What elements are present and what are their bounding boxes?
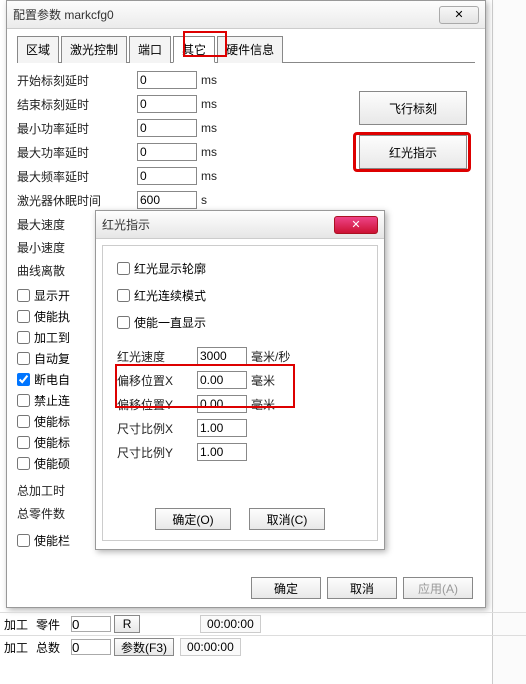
status-r1-input[interactable] xyxy=(71,616,111,632)
tab-laser-control[interactable]: 激光控制 xyxy=(61,36,127,63)
status-r1-l1: 加工 xyxy=(4,616,28,633)
status-r1-time: 00:00:00 xyxy=(200,615,261,633)
cancel-button[interactable]: 取消 xyxy=(327,577,397,599)
input-scale-y[interactable] xyxy=(197,443,247,461)
check-continuous[interactable] xyxy=(117,289,130,302)
check-2[interactable] xyxy=(17,331,30,344)
input-start-delay[interactable] xyxy=(137,71,197,89)
check-5[interactable] xyxy=(17,394,30,407)
label-max-power-delay: 最大功率延时 xyxy=(17,144,137,161)
check-0[interactable] xyxy=(17,289,30,302)
redlight-dialog: 红光指示 ✕ 红光显示轮廓 红光连续模式 使能一直显示 红光速度毫米/秒 偏移位… xyxy=(95,210,385,550)
label-offset-y: 偏移位置Y xyxy=(117,396,197,413)
status-r1-l2: 零件 xyxy=(36,616,60,633)
modal-cancel-button[interactable]: 取消(C) xyxy=(249,508,325,530)
modal-title: 红光指示 xyxy=(102,216,334,233)
check-always-show[interactable] xyxy=(117,316,130,329)
label-max-freq-delay: 最大频率延时 xyxy=(17,168,137,185)
fly-mark-button[interactable]: 飞行标刻 xyxy=(359,91,467,125)
input-max-power-delay[interactable] xyxy=(137,143,197,161)
label-offset-x: 偏移位置X xyxy=(117,372,197,389)
check-1[interactable] xyxy=(17,310,30,323)
input-laser-sleep[interactable] xyxy=(137,191,197,209)
check-6[interactable] xyxy=(17,415,30,428)
input-max-freq-delay[interactable] xyxy=(137,167,197,185)
label-end-delay: 结束标刻延时 xyxy=(17,96,137,113)
status-r2-input[interactable] xyxy=(71,639,111,655)
label-scale-y: 尺寸比例Y xyxy=(117,444,197,461)
tab-port[interactable]: 端口 xyxy=(129,36,171,63)
label-red-speed: 红光速度 xyxy=(117,348,197,365)
modal-titlebar[interactable]: 红光指示 ✕ xyxy=(96,211,384,239)
label-start-delay: 开始标刻延时 xyxy=(17,72,137,89)
modal-ok-button[interactable]: 确定(O) xyxy=(155,508,231,530)
tab-area[interactable]: 区域 xyxy=(17,36,59,63)
check-7[interactable] xyxy=(17,436,30,449)
input-scale-x[interactable] xyxy=(197,419,247,437)
input-end-delay[interactable] xyxy=(137,95,197,113)
param-f3-button[interactable]: 参数(F3) xyxy=(114,638,174,656)
ok-button[interactable]: 确定 xyxy=(251,577,321,599)
check-8[interactable] xyxy=(17,457,30,470)
check-3[interactable] xyxy=(17,352,30,365)
tab-bar: 区域 激光控制 端口 其它 硬件信息 xyxy=(17,35,475,63)
close-icon[interactable]: ✕ xyxy=(334,216,378,234)
r-button[interactable]: R xyxy=(114,615,140,633)
check-enable-bar[interactable] xyxy=(17,534,30,547)
tab-hardware-info[interactable]: 硬件信息 xyxy=(217,36,283,63)
main-titlebar[interactable]: 配置参数 markcfg0 ✕ xyxy=(7,1,485,29)
tab-other[interactable]: 其它 xyxy=(173,36,215,63)
check-outline[interactable] xyxy=(117,262,130,275)
apply-button[interactable]: 应用(A) xyxy=(403,577,473,599)
check-4[interactable] xyxy=(17,373,30,386)
input-min-power-delay[interactable] xyxy=(137,119,197,137)
close-icon[interactable]: ✕ xyxy=(439,6,479,24)
label-laser-sleep: 激光器休眠时间 xyxy=(17,192,137,209)
redlight-button[interactable]: 红光指示 xyxy=(359,135,467,169)
status-bar: 加工 零件 R 00:00:00 加工 总数 参数(F3) 00:00:00 xyxy=(0,612,526,658)
status-r2-l1: 加工 xyxy=(4,639,28,656)
status-r2-time: 00:00:00 xyxy=(180,638,241,656)
label-scale-x: 尺寸比例X xyxy=(117,420,197,437)
input-offset-x[interactable] xyxy=(197,371,247,389)
input-red-speed[interactable] xyxy=(197,347,247,365)
input-offset-y[interactable] xyxy=(197,395,247,413)
main-title: 配置参数 markcfg0 xyxy=(13,6,439,23)
status-r2-l2: 总数 xyxy=(36,639,60,656)
label-min-power-delay: 最小功率延时 xyxy=(17,120,137,137)
